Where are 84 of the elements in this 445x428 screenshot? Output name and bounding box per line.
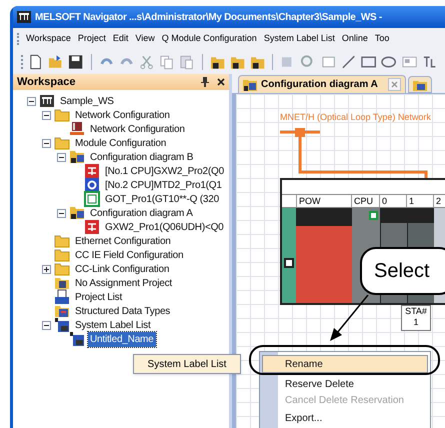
diagram-icon <box>243 78 257 90</box>
folder-icon <box>54 107 70 123</box>
folder-icon[interactable] <box>230 54 246 70</box>
new-file-icon[interactable] <box>28 54 44 70</box>
network-label: MNET/H (Optical Loop Type) Network <box>280 111 431 124</box>
tab[interactable]: Configuration diagram A <box>238 75 406 93</box>
station-label: STA# <box>405 306 427 317</box>
slot-label: CPU <box>352 195 380 207</box>
label-list-icon <box>54 317 70 333</box>
menu-item[interactable]: Workspace <box>26 32 71 46</box>
tree-item[interactable]: System Label List <box>73 318 153 332</box>
close-icon[interactable] <box>217 78 225 86</box>
structure-icon <box>54 303 70 319</box>
screen-icon <box>84 191 100 207</box>
tree-item[interactable]: Configuration diagram A <box>88 206 195 220</box>
tree-item[interactable]: GOT_Pro1(GT10**-Q (320 <box>103 192 221 206</box>
collapse-icon[interactable] <box>42 138 51 148</box>
collapse-icon[interactable] <box>27 96 36 106</box>
collapse-icon[interactable] <box>57 208 66 218</box>
tree-item[interactable]: [No.2 CPU]MTD2_Pro1(Q1 <box>103 178 224 192</box>
plc-icon <box>84 219 100 235</box>
tree-item[interactable]: Configuration diagram B <box>88 150 196 164</box>
menu-item[interactable]: Too <box>374 32 390 46</box>
folder-icon <box>54 233 70 249</box>
tree-item[interactable]: CC-Link Configuration <box>73 262 172 276</box>
rack-icon <box>69 121 85 137</box>
menu-item[interactable]: Project <box>78 32 106 46</box>
folder-icon <box>54 135 70 151</box>
tree-item[interactable]: CC IE Field Configuration <box>73 248 186 262</box>
tree-item[interactable]: Untitled_Name <box>88 332 156 346</box>
menu-item[interactable]: Edit <box>112 32 128 46</box>
collapse-icon[interactable] <box>42 320 51 330</box>
tree-item[interactable]: Project List <box>73 290 124 304</box>
folder-icon <box>54 247 70 263</box>
line-icon[interactable] <box>340 54 356 70</box>
open-folder-icon[interactable] <box>48 54 64 70</box>
tab[interactable] <box>408 76 432 93</box>
tree-item[interactable]: Sample_WS <box>58 94 116 108</box>
ellipse-icon[interactable] <box>381 54 397 70</box>
expand-icon[interactable] <box>42 264 51 274</box>
window-title: MELSOFT Navigator ...s\Administrator\My Documents\Chapter3\Sample_WS - <box>35 10 382 24</box>
pin-icon[interactable] <box>201 77 209 87</box>
tree-item[interactable]: Ethernet Configuration <box>73 234 173 248</box>
folder-icon[interactable] <box>210 54 225 70</box>
save-icon[interactable] <box>68 54 84 70</box>
tree-item[interactable]: Network Configuration <box>73 108 172 122</box>
project-list-icon <box>54 289 70 305</box>
tree-item[interactable]: No Assignment Project <box>73 276 174 290</box>
tree-item[interactable]: Structured Data Types <box>73 304 172 318</box>
menu-item[interactable]: Reserve Delete <box>262 373 428 391</box>
menu-item[interactable]: Export... <box>262 409 428 427</box>
folder-icon[interactable] <box>250 54 266 70</box>
slot-label: 2 <box>434 195 445 207</box>
tree-item[interactable]: [No.1 CPU]GXW2_Pro2(Q0 <box>103 164 226 178</box>
plc-icon <box>84 163 100 179</box>
tree-item[interactable]: Module Configuration <box>73 136 168 150</box>
diagram-icon <box>69 205 85 221</box>
menu-item[interactable]: System Label List <box>264 32 335 46</box>
diagram-icon <box>412 78 427 90</box>
port-icon <box>284 258 294 268</box>
menu-item[interactable]: Q Module Configuration <box>162 32 257 46</box>
network-icon <box>17 11 31 23</box>
diagram-icon <box>69 149 85 165</box>
label-list-icon <box>69 331 85 347</box>
callout: Select <box>360 247 445 295</box>
network-icon <box>39 93 55 109</box>
folder-icon <box>54 261 70 277</box>
tooltip: System Label List <box>133 354 241 374</box>
folder-icon <box>54 275 70 291</box>
rectangle-icon[interactable] <box>361 54 376 70</box>
menu-item[interactable]: Rename <box>262 355 428 373</box>
gear-icon <box>84 177 100 193</box>
panel-title: Workspace <box>17 74 76 90</box>
collapse-icon[interactable] <box>42 110 51 120</box>
station-number: 1 <box>413 317 418 328</box>
slot-label: 1 <box>407 195 434 207</box>
menu-item[interactable]: Online <box>342 32 368 46</box>
menu-item[interactable]: View <box>135 32 155 46</box>
tree-item[interactable]: GXW2_Pro1(Q06UDH)<Q0 <box>103 220 226 234</box>
slot-label: 0 <box>380 195 407 207</box>
slot-label: POW <box>296 195 352 207</box>
callout-arrow <box>327 295 370 343</box>
collapse-icon[interactable] <box>57 152 66 162</box>
tree-item[interactable]: Network Configuration <box>88 122 187 136</box>
